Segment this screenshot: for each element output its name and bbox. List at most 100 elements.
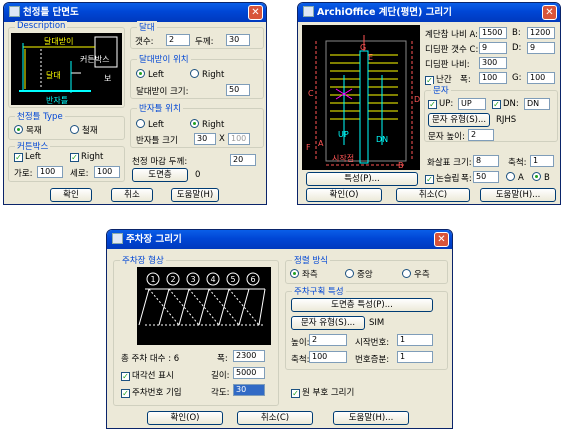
curtain-height-input[interactable]: 100	[94, 166, 120, 178]
ok-button[interactable]: 확인	[50, 188, 92, 202]
checkbox-diagonal[interactable]: ✓ 대각선 표시	[121, 369, 174, 381]
d-input[interactable]: 9	[527, 42, 555, 54]
increment-input[interactable]: 1	[397, 351, 433, 363]
close-button[interactable]: ✕	[248, 5, 263, 20]
group-label: 천정틀 Type	[15, 110, 65, 122]
height-input[interactable]: 2	[309, 334, 347, 346]
group-label: 반자틀 위치	[137, 102, 183, 114]
radio-align-center[interactable]: 중앙	[345, 268, 373, 280]
hanger-count-input[interactable]: 2	[166, 34, 190, 46]
support-size-input[interactable]: 50	[226, 84, 250, 96]
tread-count-input[interactable]: 9	[479, 42, 507, 54]
radio-align-right[interactable]: 우측	[402, 268, 430, 280]
checkbox-dn[interactable]: ✓ DN:	[492, 99, 519, 109]
radio-button-icon	[136, 69, 145, 78]
landing-width-input[interactable]: 1500	[479, 27, 507, 39]
finish-thickness-input[interactable]: 20	[230, 154, 256, 166]
scale-input[interactable]: 1	[530, 155, 554, 167]
arrow-size-input[interactable]: 8	[473, 155, 499, 167]
g-input[interactable]: 100	[527, 72, 555, 84]
radio-button-icon	[190, 69, 199, 78]
checkbox-curtain-right[interactable]: ✓ Right	[70, 152, 103, 162]
angle-input[interactable]: 30	[233, 384, 265, 396]
properties-button[interactable]: 특성(P)...	[306, 172, 418, 186]
radio-option-a[interactable]: A	[506, 172, 524, 183]
cancel-button[interactable]: 취소	[111, 188, 153, 202]
radio-support-right[interactable]: Right	[190, 69, 224, 80]
checkbox-number-text[interactable]: ✓ 주차번호 기입	[121, 386, 182, 398]
width-input[interactable]: 2300	[233, 350, 265, 362]
tread-width-input[interactable]: 300	[479, 57, 507, 69]
radio-button-icon	[290, 269, 299, 278]
scale-label: 축척:	[291, 355, 310, 365]
radio-joist-right[interactable]: Right	[190, 119, 224, 130]
checkbox-icon: ✓	[291, 389, 300, 398]
radio-align-left[interactable]: 좌측	[290, 268, 318, 280]
cancel-button[interactable]: 취소(C)	[237, 411, 313, 425]
layer-value: 0	[195, 170, 201, 180]
layer-properties-button[interactable]: 도면층 특성(P)...	[291, 298, 433, 312]
space-number: 2	[170, 275, 175, 284]
curtain-width-input[interactable]: 100	[37, 166, 63, 178]
checkbox-curtain-left[interactable]: ✓ Left	[14, 152, 41, 162]
total-spaces-text: 총 주차 대수 : 6	[121, 352, 179, 364]
start-number-label: 시작번호:	[355, 338, 390, 348]
close-button[interactable]: ✕	[542, 5, 557, 20]
g-label: G:	[512, 73, 522, 83]
hanger-thickness-input[interactable]: 30	[226, 34, 250, 46]
up-text-input[interactable]: UP	[458, 98, 486, 110]
length-input[interactable]: 5000	[233, 367, 265, 379]
radio-option-b[interactable]: B	[532, 172, 550, 183]
help-button[interactable]: 도움말(H)	[171, 188, 219, 202]
radio-label: A	[518, 173, 524, 183]
checkbox-label: 원 부호 그리기	[302, 388, 355, 398]
radio-support-left[interactable]: Left	[136, 69, 164, 80]
radio-label: Right	[202, 120, 225, 130]
radio-wood[interactable]: 목재	[14, 124, 42, 136]
b-input[interactable]: 1200	[527, 27, 555, 39]
text-height-label: 문자 높이:	[428, 132, 465, 142]
ok-button[interactable]: 확인(O)	[306, 188, 382, 202]
checkbox-icon: ✓	[70, 153, 79, 162]
close-button[interactable]: ✕	[434, 232, 449, 247]
checkbox-icon: ✓	[121, 389, 130, 398]
railing-width-input[interactable]: 100	[479, 72, 507, 84]
curtain-height-label: 세로:	[70, 169, 89, 179]
checkbox-up[interactable]: ✓ UP:	[428, 99, 453, 109]
space-number: 1	[150, 275, 155, 284]
dialog-parking: 주차장 그리기 ✕ 주차장 형상 1 2 3 4 5 6 총 주차 대수 : 6 …	[106, 229, 453, 429]
joist-size-input-2[interactable]: 100	[228, 133, 250, 145]
checkbox-label: DN:	[503, 99, 519, 109]
text-style-button[interactable]: 문자 유형(S)...	[291, 316, 365, 330]
scale-label: 축척:	[508, 158, 527, 168]
text-height-input[interactable]: 2	[468, 129, 494, 141]
radio-steel[interactable]: 철재	[70, 124, 98, 136]
layer-button[interactable]: 도면층	[132, 168, 188, 182]
joist-size-input-1[interactable]: 30	[194, 133, 216, 145]
checkbox-label: Left	[25, 152, 41, 162]
scale-input[interactable]: 100	[309, 351, 347, 363]
checkbox-icon: ✓	[492, 100, 501, 109]
checkbox-icon: ✓	[425, 175, 434, 184]
checkbox-nonslip[interactable]: ✓ 논슬립	[425, 172, 459, 184]
help-button[interactable]: 도움말(H)...	[333, 411, 409, 425]
dn-text-input[interactable]: DN	[524, 98, 550, 110]
help-button[interactable]: 도움말(H)...	[480, 188, 556, 202]
preview-label-f: F	[306, 143, 311, 152]
start-number-input[interactable]: 1	[397, 334, 433, 346]
checkbox-circle-symbol[interactable]: ✓ 원 부호 그리기	[291, 386, 354, 398]
group-label: 주차장 형상	[120, 254, 166, 266]
ok-button[interactable]: 확인(O)	[147, 411, 223, 425]
text-style-button[interactable]: 문자 유형(S)...	[428, 113, 490, 127]
group-label: 달대	[137, 21, 157, 33]
height-label: 높이:	[291, 338, 310, 348]
parking-preview-drawing: 1 2 3 4 5 6	[138, 272, 266, 326]
radio-button-icon	[532, 172, 541, 181]
radio-label: 우측	[414, 270, 430, 280]
app-icon	[9, 6, 20, 17]
nonslip-width-input[interactable]: 50	[473, 171, 499, 183]
radio-label: 좌측	[302, 270, 318, 280]
checkbox-icon: ✓	[14, 153, 23, 162]
radio-joist-left[interactable]: Left	[136, 119, 164, 130]
cancel-button[interactable]: 취소(C)	[396, 188, 470, 202]
